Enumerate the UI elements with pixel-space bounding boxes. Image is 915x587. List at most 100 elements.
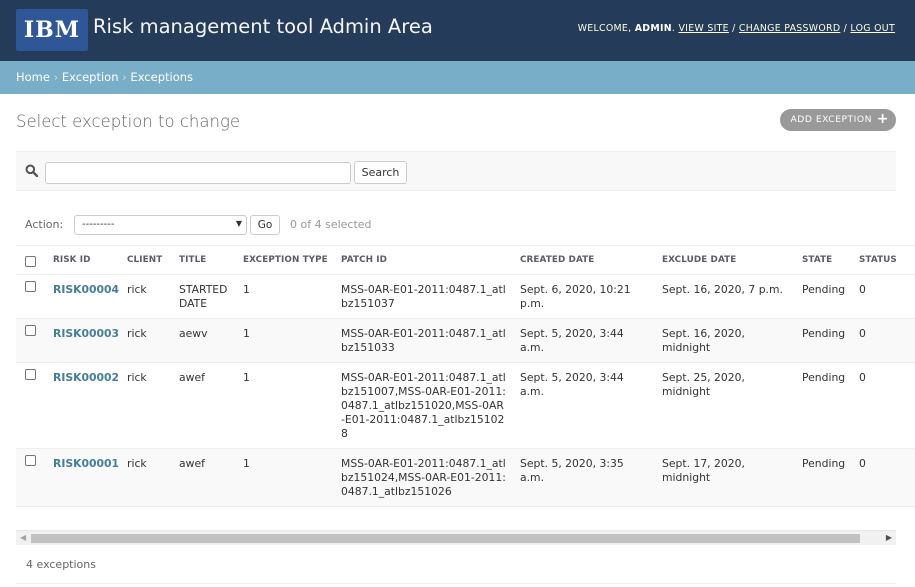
add-exception-label: ADD EXCEPTION: [790, 114, 872, 125]
client-cell: rick: [119, 448, 171, 507]
exception-type-cell: 1: [235, 274, 333, 319]
status-cell: 0: [851, 448, 915, 507]
action-bar: Action: --------- ▼ Go 0 of 4 selected: [16, 205, 896, 243]
risk-id-link[interactable]: RISK00001: [45, 448, 119, 507]
ibm-logo[interactable]: IBM: [16, 9, 88, 51]
exclude-date-cell: Sept. 16, 2020, midnight: [654, 318, 794, 363]
site-title[interactable]: Risk management tool Admin Area: [93, 15, 433, 38]
status-cell: 0: [851, 318, 915, 363]
exception-type-cell: 1: [235, 318, 333, 363]
search-input[interactable]: [45, 162, 351, 184]
user-tools: WELCOME, ADMIN. VIEW SITE / CHANGE PASSW…: [577, 23, 895, 34]
breadcrumb-separator: ›: [122, 70, 127, 84]
row-checkbox-cell[interactable]: [16, 318, 45, 363]
risk-id-link[interactable]: RISK00003: [45, 318, 119, 363]
go-button[interactable]: Go: [250, 215, 280, 235]
client-cell: rick: [119, 362, 171, 449]
add-exception-button[interactable]: ADD EXCEPTION +: [779, 109, 896, 131]
select-all-checkbox-cell[interactable]: [16, 245, 45, 275]
results-table: RISK ID CLIENT TITLE EXCEPTION TYPE PATC…: [16, 245, 915, 507]
row-checkbox[interactable]: [25, 369, 36, 380]
table-row: RISK00001 rick awef 1 MSS-0AR-E01-2011:0…: [16, 448, 915, 507]
table-header-row: RISK ID CLIENT TITLE EXCEPTION TYPE PATC…: [16, 245, 915, 275]
created-date-cell: Sept. 5, 2020, 3:44 a.m.: [512, 362, 654, 449]
action-selected-option: ---------: [82, 219, 115, 230]
scrollbar-thumb[interactable]: [31, 534, 860, 543]
chevron-down-icon: ▼: [235, 219, 242, 228]
risk-id-link[interactable]: RISK00004: [45, 274, 119, 319]
status-cell: 0: [851, 274, 915, 319]
paginator: 4 exceptions: [16, 546, 896, 584]
exclude-date-cell: Sept. 16, 2020, 7 p.m.: [654, 274, 794, 319]
row-checkbox[interactable]: [25, 325, 36, 336]
column-header-status[interactable]: STATUS: [851, 245, 915, 275]
select-all-checkbox[interactable]: [25, 256, 36, 267]
state-cell: Pending: [794, 362, 851, 449]
client-cell: rick: [119, 274, 171, 319]
exclude-date-cell: Sept. 17, 2020, midnight: [654, 448, 794, 507]
results-table-container: RISK ID CLIENT TITLE EXCEPTION TYPE PATC…: [16, 245, 915, 533]
title-cell: awef: [171, 448, 235, 507]
exception-type-cell: 1: [235, 448, 333, 507]
state-cell: Pending: [794, 274, 851, 319]
column-header-state[interactable]: STATE: [794, 245, 851, 275]
row-checkbox[interactable]: [25, 455, 36, 466]
page-title: Select exception to change: [16, 112, 240, 131]
table-row: RISK00002 rick awef 1 MSS-0AR-E01-2011:0…: [16, 362, 915, 449]
patch-id-cell: MSS-0AR-E01-2011:0487.1_atlbz151007,MSS-…: [333, 362, 512, 449]
table-row: RISK00004 rick STARTED DATE 1 MSS-0AR-E0…: [16, 274, 915, 319]
scroll-left-icon[interactable]: ◀: [20, 533, 26, 542]
breadcrumb-app-link[interactable]: Exception: [62, 70, 119, 84]
change-password-link[interactable]: CHANGE PASSWORD: [739, 23, 840, 34]
patch-id-cell: MSS-0AR-E01-2011:0487.1_atlbz151037: [333, 274, 512, 319]
breadcrumb-home-link[interactable]: Home: [16, 70, 50, 84]
action-label: Action:: [25, 218, 64, 231]
created-date-cell: Sept. 5, 2020, 3:35 a.m.: [512, 448, 654, 507]
row-checkbox-cell[interactable]: [16, 448, 45, 507]
row-checkbox-cell[interactable]: [16, 362, 45, 449]
plus-icon: +: [876, 111, 889, 127]
breadcrumb: Home › Exception › Exceptions: [0, 61, 915, 94]
title-cell: awef: [171, 362, 235, 449]
patch-id-cell: MSS-0AR-E01-2011:0487.1_atlbz151033: [333, 318, 512, 363]
column-header-client[interactable]: CLIENT: [119, 245, 171, 275]
created-date-cell: Sept. 6, 2020, 10:21 p.m.: [512, 274, 654, 319]
result-count: 4 exceptions: [26, 558, 96, 571]
username: ADMIN: [634, 23, 672, 34]
log-out-link[interactable]: LOG OUT: [850, 23, 895, 34]
search-toolbar: Search: [16, 151, 896, 191]
status-cell: 0: [851, 362, 915, 449]
scroll-right-icon[interactable]: ▶: [886, 533, 892, 542]
state-cell: Pending: [794, 318, 851, 363]
column-header-exclude-date[interactable]: EXCLUDE DATE: [654, 245, 794, 275]
search-button[interactable]: Search: [354, 161, 407, 184]
row-checkbox[interactable]: [25, 281, 36, 292]
table-row: RISK00003 rick aewv 1 MSS-0AR-E01-2011:0…: [16, 318, 915, 363]
breadcrumb-current: Exceptions: [130, 70, 194, 84]
client-cell: rick: [119, 318, 171, 363]
column-header-risk-id[interactable]: RISK ID: [45, 245, 119, 275]
title-cell: aewv: [171, 318, 235, 363]
separator: /: [843, 23, 848, 34]
risk-id-link[interactable]: RISK00002: [45, 362, 119, 449]
welcome-text: WELCOME,: [577, 23, 632, 34]
exclude-date-cell: Sept. 25, 2020, midnight: [654, 362, 794, 449]
site-header: IBM Risk management tool Admin Area WELC…: [0, 0, 915, 61]
view-site-link[interactable]: VIEW SITE: [678, 23, 728, 34]
horizontal-scrollbar[interactable]: ◀ ▶: [16, 530, 896, 545]
action-select[interactable]: --------- ▼: [74, 215, 247, 235]
created-date-cell: Sept. 5, 2020, 3:44 a.m.: [512, 318, 654, 363]
patch-id-cell: MSS-0AR-E01-2011:0487.1_atlbz151024,MSS-…: [333, 448, 512, 507]
title-cell: STARTED DATE: [171, 274, 235, 319]
column-header-created-date[interactable]: CREATED DATE: [512, 245, 654, 275]
selected-count: 0 of 4 selected: [290, 218, 372, 231]
column-header-title[interactable]: TITLE: [171, 245, 235, 275]
state-cell: Pending: [794, 448, 851, 507]
column-header-exception-type[interactable]: EXCEPTION TYPE: [235, 245, 333, 275]
separator: /: [732, 23, 736, 34]
exception-type-cell: 1: [235, 362, 333, 449]
row-checkbox-cell[interactable]: [16, 274, 45, 319]
breadcrumb-separator: ›: [53, 70, 59, 84]
column-header-patch-id[interactable]: PATCH ID: [333, 245, 512, 275]
search-icon: [25, 164, 38, 177]
